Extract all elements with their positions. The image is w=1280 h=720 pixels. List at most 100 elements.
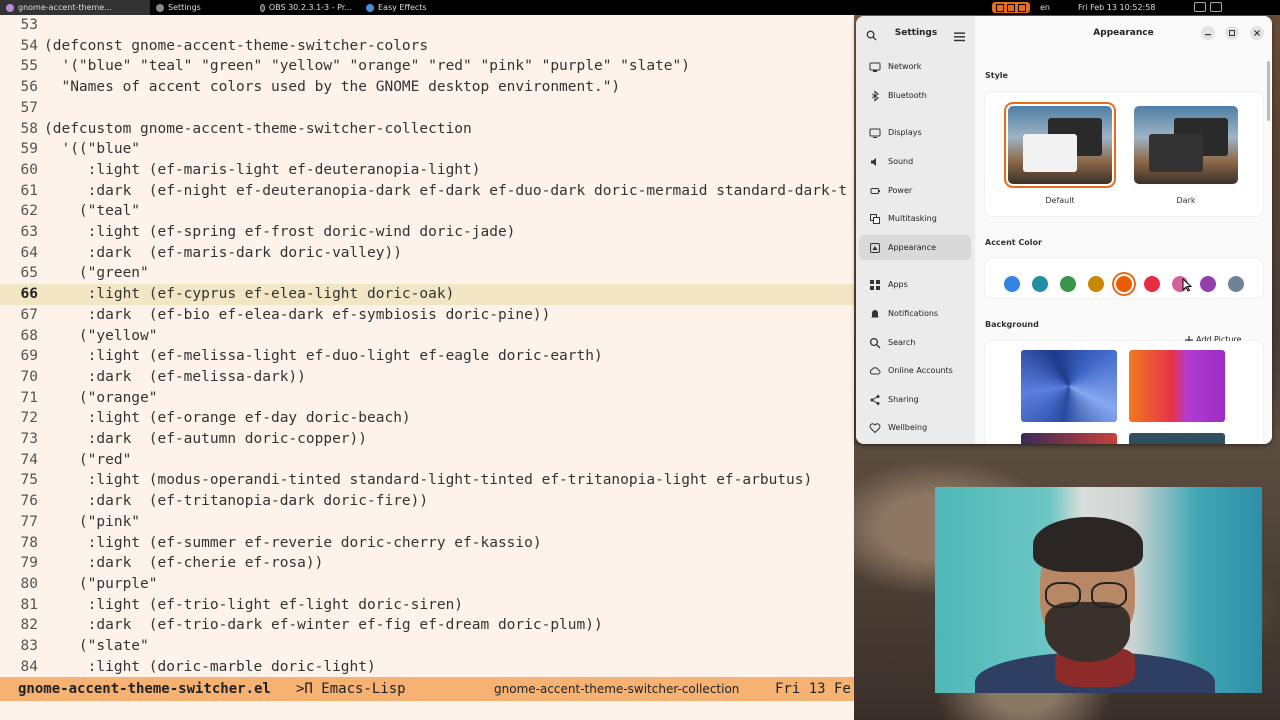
code-buffer[interactable]: 53 54 (defconst gnome-accent-theme-switche…: [0, 15, 854, 677]
code-line[interactable]: 62 ("teal": [0, 201, 854, 222]
code-line[interactable]: 70 :dark (ef-melissa-dark)): [0, 367, 854, 388]
accent-color-swatch[interactable]: [1032, 276, 1048, 292]
sidebar-item-appearance[interactable]: Appearance: [859, 235, 971, 260]
sidebar-item-wellbeing[interactable]: Wellbeing: [859, 415, 971, 440]
emacs-window[interactable]: 53 54 (defconst gnome-accent-theme-switche…: [0, 15, 854, 720]
keyboard-layout[interactable]: en: [1040, 0, 1050, 15]
code-line[interactable]: 61 :dark (ef-night ef-deuteranopia-dark …: [0, 181, 854, 202]
sidebar-item-displays[interactable]: Displays: [859, 120, 971, 145]
apps-icon: [869, 279, 881, 291]
code-line[interactable]: 71 ("orange": [0, 388, 854, 409]
code-line[interactable]: 83 ("slate": [0, 636, 854, 657]
code-line[interactable]: 80 ("purple": [0, 574, 854, 595]
code-line[interactable]: 63 :light (ef-spring ef-frost doric-wind…: [0, 222, 854, 243]
code-line[interactable]: 77 ("pink": [0, 512, 854, 533]
sidebar-item-multitasking[interactable]: Multitasking: [859, 206, 971, 231]
line-number: 76: [20, 493, 38, 510]
background-card: [985, 341, 1263, 444]
person-glasses: [1043, 582, 1131, 608]
sidebar-item-apps[interactable]: Apps: [859, 272, 971, 297]
task-emacs[interactable]: gnome-accent-theme...: [0, 0, 150, 15]
line-number: 63: [20, 224, 38, 240]
code-line[interactable]: 81 :light (ef-trio-light ef-light doric-…: [0, 595, 854, 616]
sidebar-item-sharing[interactable]: Sharing: [859, 387, 971, 412]
code-line[interactable]: 54 (defconst gnome-accent-theme-switcher-…: [0, 36, 854, 57]
code-text: :light (ef-cyprus ef-elea-light doric-oa…: [44, 286, 455, 303]
clock[interactable]: Fri Feb 13 10:52:58: [1078, 0, 1155, 15]
accent-color-swatch[interactable]: [1200, 276, 1216, 292]
indicator-icon: [1007, 3, 1015, 12]
code-line[interactable]: 76 :dark (ef-tritanopia-dark doric-fire)…: [0, 491, 854, 512]
code-line[interactable]: 58 (defcustom gnome-accent-theme-switcher…: [0, 119, 854, 140]
background-thumbnail[interactable]: [1021, 433, 1117, 444]
minimize-button[interactable]: [1201, 26, 1215, 40]
code-line[interactable]: 56 "Names of accent colors used by the G…: [0, 77, 854, 98]
code-line[interactable]: 73 :dark (ef-autumn doric-copper)): [0, 429, 854, 450]
code-line[interactable]: 79 :dark (ef-cherie ef-rosa)): [0, 553, 854, 574]
code-line[interactable]: 66 :light (ef-cyprus ef-elea-light doric…: [0, 284, 854, 305]
background-heading: Background: [985, 320, 1039, 329]
code-line[interactable]: 65 ("green": [0, 263, 854, 284]
appearance-panel: Appearance Style Default Dark Accent Col…: [975, 16, 1272, 444]
background-blue-cubes[interactable]: [1021, 350, 1117, 422]
system-tray[interactable]: [992, 2, 1030, 13]
code-line[interactable]: 67 :dark (ef-bio ef-elea-dark ef-symbios…: [0, 305, 854, 326]
style-default-option[interactable]: [1004, 102, 1116, 188]
code-line[interactable]: 78 :light (ef-summer ef-reverie doric-ch…: [0, 533, 854, 554]
accent-color-swatch[interactable]: [1004, 276, 1020, 292]
sidebar-item-power[interactable]: Power: [859, 178, 971, 203]
task-easyeffects[interactable]: Easy Effects: [360, 0, 460, 15]
style-dark-option[interactable]: [1134, 106, 1238, 184]
sidebar-item-network[interactable]: Network: [859, 54, 971, 79]
code-text: ("yellow": [44, 327, 158, 344]
appearance-icon: [869, 242, 881, 254]
status-icons[interactable]: [1194, 2, 1222, 12]
tray-indicators[interactable]: [992, 2, 1030, 13]
sidebar-item-notifications[interactable]: Notifications: [859, 301, 971, 326]
code-line[interactable]: 74 ("red": [0, 450, 854, 471]
code-line[interactable]: 55 '("blue" "teal" "green" "yellow" "ora…: [0, 56, 854, 77]
code-line[interactable]: 75 :light (modus-operandi-tinted standar…: [0, 470, 854, 491]
code-line[interactable]: 68 ("yellow": [0, 326, 854, 347]
network-status-icon: [1194, 2, 1206, 12]
scrollbar[interactable]: [1267, 61, 1270, 121]
settings-window[interactable]: Settings Network Bluetooth Displays Sound Po…: [856, 16, 1272, 444]
hamburger-menu-icon[interactable]: [954, 27, 965, 46]
task-settings[interactable]: Settings: [150, 0, 254, 15]
code-line[interactable]: 60 :light (ef-maris-light ef-deuteranopi…: [0, 160, 854, 181]
code-text: ("pink": [44, 513, 141, 530]
code-line[interactable]: 69 :light (ef-melissa-light ef-duo-light…: [0, 346, 854, 367]
sidebar-item-sound[interactable]: Sound: [859, 149, 971, 174]
accent-color-swatch[interactable]: [1116, 276, 1132, 292]
background-orange-purple[interactable]: [1129, 350, 1225, 422]
indicator-icon: [1018, 3, 1026, 12]
code-line[interactable]: 72 :light (ef-orange ef-day doric-beach): [0, 408, 854, 429]
code-line[interactable]: 53: [0, 15, 854, 36]
accent-color-swatch[interactable]: [1228, 276, 1244, 292]
task-obs[interactable]: OBS 30.2.3.1-3 - Pr...: [254, 0, 358, 15]
code-text: (defconst gnome-accent-theme-switcher-co…: [44, 37, 429, 54]
webcam-overlay: [935, 487, 1262, 693]
sidebar-item-bluetooth[interactable]: Bluetooth: [859, 83, 971, 108]
close-button[interactable]: [1250, 26, 1264, 40]
accent-color-swatch[interactable]: [1144, 276, 1160, 292]
accent-color-swatch[interactable]: [1088, 276, 1104, 292]
code-text: :light (ef-summer ef-reverie doric-cherr…: [44, 534, 542, 551]
cloud-icon: [869, 365, 881, 377]
code-line[interactable]: 57: [0, 98, 854, 119]
code-text: :dark (ef-trio-dark ef-winter ef-fig ef-…: [44, 617, 603, 634]
accent-color-swatch[interactable]: [1060, 276, 1076, 292]
code-text: :dark (ef-autumn doric-copper)): [44, 431, 368, 447]
sidebar-item-search[interactable]: Search: [859, 330, 971, 355]
sidebar-item-online-accounts[interactable]: Online Accounts: [859, 358, 971, 383]
code-line[interactable]: 84 :light (doric-marble doric-light): [0, 657, 854, 677]
code-text: :dark (ef-night ef-deuteranopia-dark ef-…: [44, 182, 848, 199]
minibuffer[interactable]: [0, 701, 854, 720]
background-thumbnail[interactable]: [1129, 433, 1225, 444]
code-line[interactable]: 64 :dark (ef-maris-dark doric-valley)): [0, 243, 854, 264]
code-line[interactable]: 82 :dark (ef-trio-dark ef-winter ef-fig …: [0, 615, 854, 636]
accent-color-heading: Accent Color: [985, 238, 1042, 247]
maximize-button[interactable]: [1225, 26, 1239, 40]
code-line[interactable]: 59 '(("blue": [0, 139, 854, 160]
search-icon[interactable]: [866, 26, 877, 45]
